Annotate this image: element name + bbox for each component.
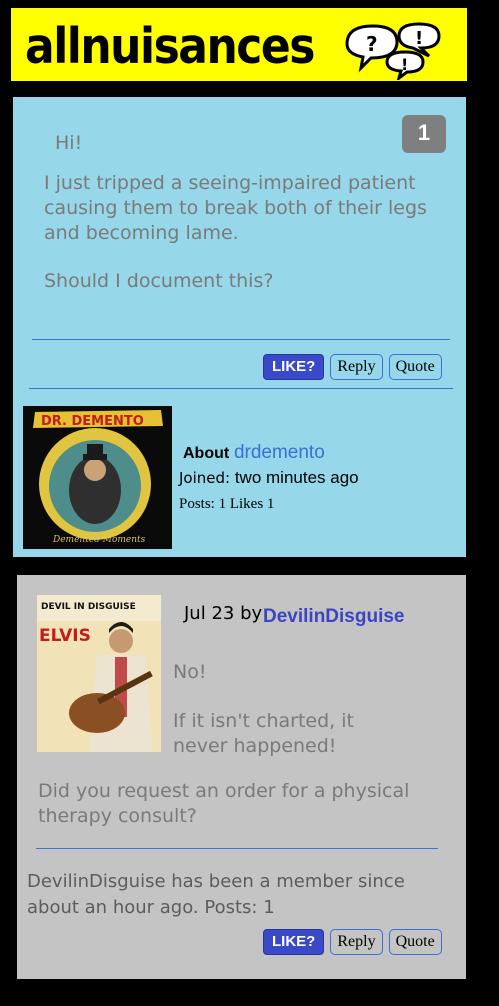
post-line-2: If it isn't charted, it never happened! <box>173 710 354 757</box>
avatar-album-title: DEVIL IN DISGUISE <box>41 602 136 612</box>
like-button[interactable]: LIKE? <box>263 354 325 380</box>
like-button[interactable]: LIKE? <box>263 929 325 955</box>
author-username-link[interactable]: DevilinDisguise <box>263 606 405 628</box>
svg-text:?: ? <box>366 32 378 56</box>
author-member-info: DevilinDisguise has been a member since … <box>27 871 405 918</box>
post-date: Jul 23 by <box>184 603 262 624</box>
reply-button[interactable]: Reply <box>330 354 383 380</box>
svg-text:!: ! <box>401 55 408 74</box>
post-1: 1 Hi! I just tripped a seeing-impaired p… <box>13 97 466 557</box>
post-greeting: Hi! <box>55 132 83 154</box>
avatar-title: DR. DEMENTO <box>41 414 144 429</box>
author-about: About drdemento <box>183 442 325 464</box>
author-username-link[interactable]: drdemento <box>234 442 325 463</box>
author-joined: Joined: two minutes ago <box>179 468 359 488</box>
post-actions: LIKE? Reply Quote <box>263 354 442 380</box>
reply-button[interactable]: Reply <box>330 929 383 955</box>
elvis-album-image: DEVIL IN DISGUISE ELVIS <box>37 595 161 752</box>
post-2: DEVIL IN DISGUISE ELVIS Jul 23 by Devili… <box>17 575 466 979</box>
divider <box>32 339 450 340</box>
joined-value: two minutes ago <box>234 468 359 487</box>
post-date-value: Jul 23 <box>184 603 235 624</box>
post-number-badge[interactable]: 1 <box>402 115 446 153</box>
author-avatar[interactable]: DR. DEMENTO Demented Moments <box>23 406 172 549</box>
quote-button[interactable]: Quote <box>388 354 442 380</box>
joined-label: Joined: <box>179 469 231 487</box>
post-body: I just tripped a seeing-impaired patient… <box>44 172 427 244</box>
post-question: Did you request an order for a physical … <box>38 780 410 827</box>
post-question: Should I document this? <box>44 270 274 292</box>
svg-text:!: ! <box>415 28 423 49</box>
dr-demento-album-image: DR. DEMENTO Demented Moments <box>23 406 172 549</box>
site-logo[interactable]: allnuisances <box>25 16 315 79</box>
speech-bubbles-icon: ? ! ! <box>345 22 441 80</box>
by-label: by <box>240 603 263 624</box>
avatar-caption: Demented Moments <box>52 535 146 545</box>
post-line-1: No! <box>173 661 207 683</box>
author-stats: Posts: 1 Likes 1 <box>179 496 275 512</box>
about-label: About <box>183 445 230 462</box>
divider <box>36 848 438 849</box>
author-avatar[interactable]: DEVIL IN DISGUISE ELVIS <box>37 595 161 752</box>
post-actions: LIKE? Reply Quote <box>263 929 442 955</box>
avatar-artist: ELVIS <box>39 626 91 646</box>
site-logo-bar[interactable]: allnuisances ? ! ! <box>11 8 467 81</box>
divider <box>29 388 453 389</box>
quote-button[interactable]: Quote <box>388 929 442 955</box>
